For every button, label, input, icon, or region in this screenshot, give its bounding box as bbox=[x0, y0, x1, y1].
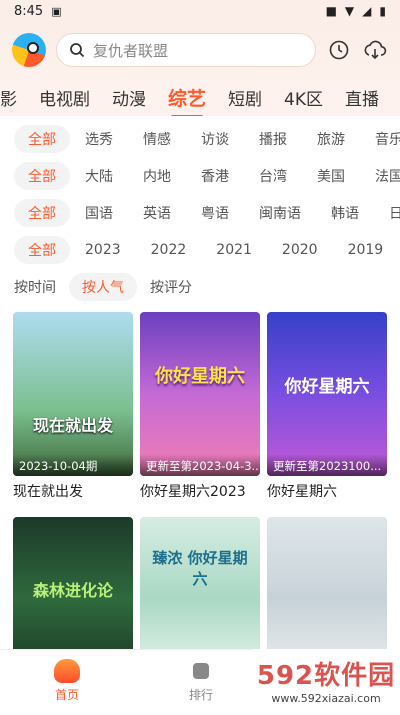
episode-badge: 更新至第2023100... bbox=[267, 454, 387, 476]
filter-chip[interactable]: 2022 bbox=[136, 236, 202, 264]
poster-title-art: 森林进化论 bbox=[32, 581, 113, 600]
filter-panel: 全部 选秀 情感 访谈 播报 旅游 音乐 全部 大陆 内地 香港 台湾 美国 法… bbox=[0, 116, 400, 306]
tab-anime[interactable]: 动漫 bbox=[101, 85, 157, 110]
video-card[interactable]: 现在就出发 2023-10-04期 现在就出发 bbox=[13, 312, 133, 510]
filter-row-language: 全部 国语 英语 粤语 闽南语 韩语 日语 bbox=[0, 194, 400, 231]
search-icon bbox=[70, 43, 85, 58]
filter-chip[interactable]: 全部 bbox=[14, 161, 70, 190]
card-title: 你好星期六 bbox=[267, 484, 337, 500]
download-cloud-icon[interactable] bbox=[362, 37, 388, 63]
filter-chip[interactable]: 法国 bbox=[360, 162, 400, 190]
site-watermark: 592软件园 www.592xiazai.com bbox=[252, 649, 400, 711]
category-tabs: 影 电视剧 动漫 综艺 短剧 4K区 直播 bbox=[0, 78, 400, 116]
filter-chip[interactable]: 台湾 bbox=[244, 162, 302, 190]
filter-chip[interactable]: 大陆 bbox=[70, 162, 128, 190]
poster-image: 现在就出发 2023-10-04期 bbox=[13, 312, 133, 476]
sort-row: 按时间 按人气 按评分 bbox=[0, 268, 400, 306]
tab-variety[interactable]: 综艺 bbox=[157, 84, 217, 116]
filter-chip[interactable]: 内地 bbox=[128, 162, 186, 190]
filter-chip[interactable]: 美国 bbox=[302, 162, 360, 190]
poster-title-art: 你好星期六 bbox=[284, 377, 370, 397]
tab-tv-series[interactable]: 电视剧 bbox=[28, 85, 101, 110]
filter-chip[interactable]: 情感 bbox=[128, 125, 186, 153]
briefcase-icon: ■ bbox=[325, 4, 337, 18]
filter-chip[interactable]: 访谈 bbox=[186, 125, 244, 153]
card-title: 你好星期六2023 bbox=[140, 484, 246, 500]
status-time: 8:45 bbox=[14, 3, 44, 19]
filter-chip[interactable]: 2021 bbox=[201, 236, 267, 264]
filter-chip[interactable]: 全部 bbox=[14, 235, 70, 264]
wifi-icon: ▼ bbox=[344, 4, 355, 18]
status-bar: 8:45 ▣ ■ ▼ ◢ ▮ bbox=[0, 0, 400, 22]
filter-chip[interactable]: 国语 bbox=[70, 199, 128, 227]
filter-chip[interactable]: 2020 bbox=[267, 236, 333, 264]
notification-icon: ▣ bbox=[51, 4, 62, 18]
filter-chip[interactable]: 英语 bbox=[128, 199, 186, 227]
nav-ranking-label: 排行 bbox=[188, 687, 213, 702]
poster-title-art: 臻浓 你好星期六 bbox=[152, 549, 248, 588]
filter-chip[interactable]: 香港 bbox=[186, 162, 244, 190]
filter-chip[interactable]: 播报 bbox=[244, 125, 302, 153]
filter-chip[interactable]: 全部 bbox=[14, 124, 70, 153]
nav-home-label: 首页 bbox=[54, 687, 79, 702]
poster-title-art: 你好星期六 bbox=[155, 366, 245, 387]
tab-short-drama[interactable]: 短剧 bbox=[217, 85, 273, 110]
top-bar: 复仇者联盟 bbox=[0, 22, 400, 78]
filter-chip[interactable]: 全部 bbox=[14, 198, 70, 227]
tab-4k[interactable]: 4K区 bbox=[273, 85, 334, 110]
card-title: 现在就出发 bbox=[13, 484, 83, 500]
sort-by-time[interactable]: 按时间 bbox=[14, 273, 69, 301]
history-icon[interactable] bbox=[326, 37, 352, 63]
video-card[interactable]: 你好星期六 更新至第2023-04-3... 你好星期六2023 bbox=[140, 312, 260, 510]
filter-chip[interactable]: 2019 bbox=[333, 236, 399, 264]
episode-badge: 2023-10-04期 bbox=[13, 454, 133, 476]
search-placeholder: 复仇者联盟 bbox=[93, 41, 169, 60]
filter-chip[interactable]: 闽南语 bbox=[244, 199, 316, 227]
home-icon bbox=[54, 658, 80, 683]
poster-title-art: 现在就出发 bbox=[32, 416, 113, 435]
filter-chip[interactable]: 音乐 bbox=[360, 125, 400, 153]
filter-chip[interactable]: 粤语 bbox=[186, 199, 244, 227]
watermark-url: www.592xiazai.com bbox=[271, 692, 381, 705]
nav-ranking[interactable]: 排行 bbox=[134, 659, 268, 703]
app-logo[interactable] bbox=[12, 33, 46, 67]
poster-image: 你好星期六 更新至第2023100... bbox=[267, 312, 387, 476]
filter-row-region: 全部 大陆 内地 香港 台湾 美国 法国 bbox=[0, 157, 400, 194]
signal-icon: ◢ bbox=[362, 4, 372, 18]
search-bar[interactable]: 复仇者联盟 bbox=[56, 33, 316, 67]
nav-home[interactable]: 首页 bbox=[0, 658, 134, 703]
battery-icon: ▮ bbox=[379, 4, 386, 18]
video-card[interactable]: 你好星期六 更新至第2023100... 你好星期六 bbox=[267, 312, 387, 510]
filter-chip[interactable]: 2023 bbox=[70, 236, 136, 264]
episode-badge: 更新至第2023-04-3... bbox=[140, 454, 260, 476]
tab-movie[interactable]: 影 bbox=[0, 85, 28, 110]
ranking-icon bbox=[193, 662, 209, 679]
watermark-logo-text: 592软件园 bbox=[256, 661, 396, 691]
tab-live[interactable]: 直播 bbox=[334, 85, 390, 110]
filter-row-type: 全部 选秀 情感 访谈 播报 旅游 音乐 bbox=[0, 120, 400, 157]
status-icons: ■ ▼ ◢ ▮ bbox=[326, 4, 386, 18]
filter-chip[interactable]: 韩语 bbox=[316, 199, 374, 227]
sort-by-rating[interactable]: 按评分 bbox=[137, 273, 205, 301]
filter-chip[interactable]: 日语 bbox=[374, 199, 400, 227]
poster-image: 你好星期六 更新至第2023-04-3... bbox=[140, 312, 260, 476]
sort-by-popularity[interactable]: 按人气 bbox=[69, 273, 137, 301]
filter-row-year: 全部 2023 2022 2021 2020 2019 bbox=[0, 231, 400, 268]
filter-chip[interactable]: 选秀 bbox=[70, 125, 128, 153]
filter-chip[interactable]: 旅游 bbox=[302, 125, 360, 153]
